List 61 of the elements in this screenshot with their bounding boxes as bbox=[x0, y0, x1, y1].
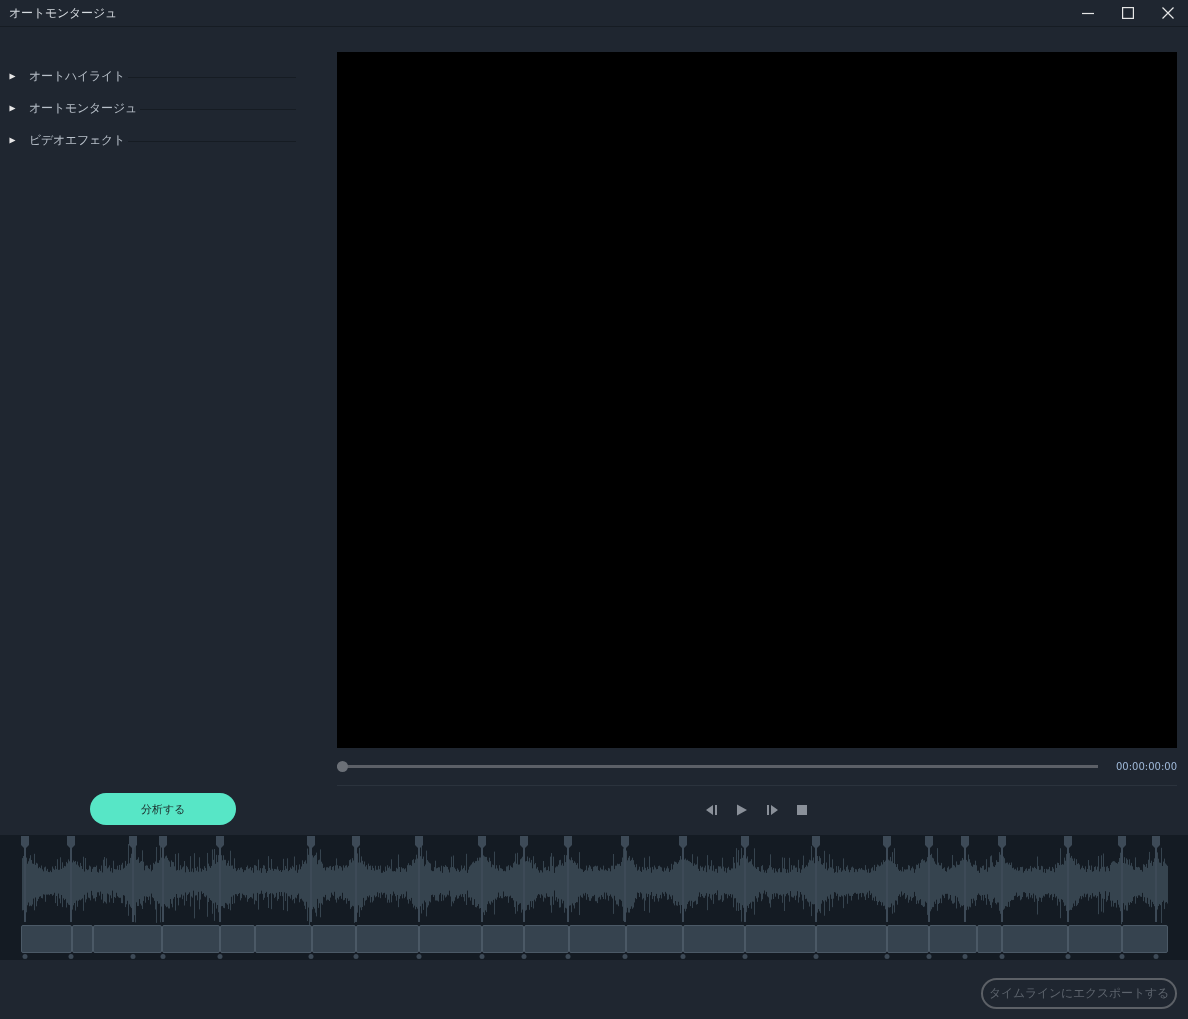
marker-dot-icon bbox=[999, 954, 1005, 959]
marker-dot-icon bbox=[68, 954, 74, 959]
cut-marker-icon[interactable] bbox=[307, 836, 315, 922]
marker-dot-icon bbox=[217, 954, 223, 959]
expand-arrow-icon[interactable] bbox=[9, 104, 16, 112]
stop-icon[interactable] bbox=[796, 803, 808, 816]
marker-dot-icon bbox=[680, 954, 686, 959]
marker-dot-icon bbox=[926, 954, 932, 959]
expand-arrow-icon[interactable] bbox=[9, 136, 16, 144]
cut-marker-icon[interactable] bbox=[1152, 836, 1160, 922]
marker-dot-icon bbox=[1065, 954, 1071, 959]
marker-dot-icon bbox=[962, 954, 968, 959]
cut-marker-icon[interactable] bbox=[679, 836, 687, 922]
section-header[interactable]: オートモンタージュ bbox=[29, 99, 137, 117]
cut-marker-icon[interactable] bbox=[67, 836, 75, 922]
cut-marker-icon[interactable] bbox=[961, 836, 969, 922]
cut-marker-icon[interactable] bbox=[21, 836, 29, 922]
timecode: 00:00:00:00 bbox=[1116, 761, 1177, 772]
marker-dot-icon bbox=[416, 954, 422, 959]
marker-dot-icon bbox=[160, 954, 166, 959]
next-frame-icon[interactable] bbox=[766, 803, 778, 816]
cut-marker-icon[interactable] bbox=[564, 836, 572, 922]
clip-strip-drawing[interactable] bbox=[21, 925, 1168, 953]
close-icon[interactable] bbox=[1162, 7, 1174, 19]
marker-dot-icon bbox=[884, 954, 890, 959]
marker-dot-icon bbox=[479, 954, 485, 959]
cut-marker-icon[interactable] bbox=[812, 836, 820, 922]
window-title: オートモンタージュ bbox=[9, 4, 117, 22]
cut-marker-icon[interactable] bbox=[216, 836, 224, 922]
section-header[interactable]: ビデオエフェクト bbox=[29, 131, 125, 149]
section-header[interactable]: オートハイライト bbox=[29, 67, 125, 85]
marker-dot-icon bbox=[813, 954, 819, 959]
analyze-button[interactable]: 分析する bbox=[90, 793, 236, 825]
cut-marker-icon[interactable] bbox=[478, 836, 486, 922]
marker-dot-icon bbox=[1119, 954, 1125, 959]
cut-marker-icon[interactable] bbox=[998, 836, 1006, 922]
cut-marker-icon[interactable] bbox=[621, 836, 629, 922]
cut-marker-icon[interactable] bbox=[925, 836, 933, 922]
expand-arrow-icon[interactable] bbox=[9, 72, 16, 80]
marker-dot-icon bbox=[622, 954, 628, 959]
marker-dot-icon bbox=[130, 954, 136, 959]
cut-marker-icon[interactable] bbox=[883, 836, 891, 922]
cut-marker-icon[interactable] bbox=[741, 836, 749, 922]
cut-marker-icon[interactable] bbox=[1118, 836, 1126, 922]
maximize-icon[interactable] bbox=[1122, 7, 1134, 19]
marker-dot-icon bbox=[353, 954, 359, 959]
marker-dot-icon bbox=[565, 954, 571, 959]
cut-marker-icon[interactable] bbox=[129, 836, 137, 922]
marker-dot-icon bbox=[1153, 954, 1159, 959]
cut-marker-icon[interactable] bbox=[352, 836, 360, 922]
cut-marker-icon[interactable] bbox=[520, 836, 528, 922]
cut-marker-icon[interactable] bbox=[415, 836, 423, 922]
marker-dot-icon bbox=[22, 954, 28, 959]
marker-dot-icon bbox=[742, 954, 748, 959]
play-icon[interactable] bbox=[736, 803, 748, 816]
cut-marker-icon[interactable] bbox=[159, 836, 167, 922]
cut-marker-icon[interactable] bbox=[1064, 836, 1072, 922]
slider-thumb[interactable] bbox=[337, 761, 348, 772]
marker-dot-icon bbox=[308, 954, 314, 959]
marker-dot-icon bbox=[521, 954, 527, 959]
previous-frame-icon[interactable] bbox=[706, 803, 718, 816]
